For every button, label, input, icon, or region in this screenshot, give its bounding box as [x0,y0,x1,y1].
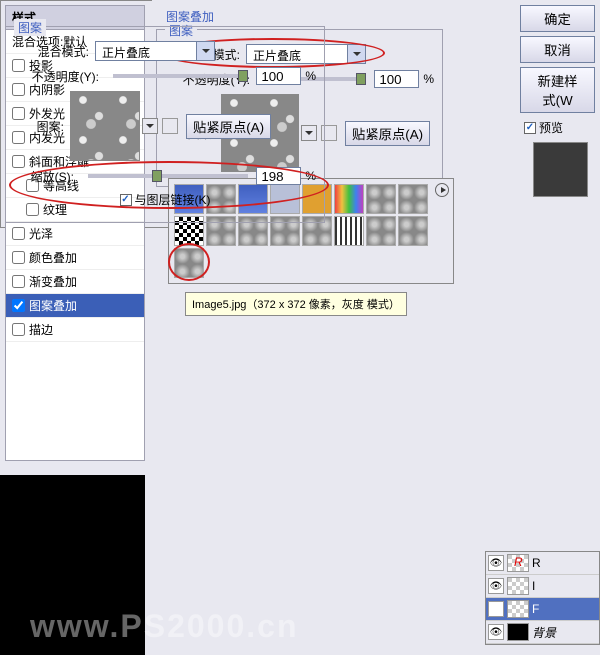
pattern-picker-arrow[interactable] [142,118,158,134]
pattern-thumb-selected[interactable] [174,248,204,278]
visibility-icon[interactable]: 👁 [488,578,504,594]
blend-mode-label: 混合模式: [14,43,89,60]
scale-input[interactable] [256,167,301,185]
layer-row-selected[interactable]: 👁 F [486,598,599,621]
style-satin[interactable]: 光泽 [6,222,144,246]
layer-thumb[interactable] [507,623,529,641]
layer-row[interactable]: 👁 R R [486,552,599,575]
opacity-input[interactable] [256,67,301,85]
preview-checkbox-row[interactable]: 预览 [524,119,600,136]
preview-swatch [533,142,588,197]
layer-thumb[interactable] [507,600,529,618]
visibility-icon[interactable]: 👁 [488,624,504,640]
ok-button[interactable]: 确定 [520,5,595,32]
slider-thumb[interactable] [238,70,248,82]
pattern-thumb[interactable] [366,216,396,246]
snap-origin-button[interactable]: 贴紧原点(A) [345,121,430,146]
scale-slider[interactable] [88,174,248,178]
cancel-button[interactable]: 取消 [520,36,595,63]
style-checkbox[interactable] [12,299,25,312]
style-color-overlay[interactable]: 颜色叠加 [6,246,144,270]
layers-panel: 👁 R R 👁 I 👁 F 👁 背景 [485,551,600,645]
layer-row[interactable]: 👁 I [486,575,599,598]
pattern-tooltip: Image5.jpg（372 x 372 像素，灰度 模式） [185,292,407,316]
pattern-thumb[interactable] [398,184,428,214]
pattern-thumb[interactable] [366,184,396,214]
scale-label: 缩放(S): [14,168,74,185]
style-checkbox[interactable] [12,275,25,288]
pattern-thumb[interactable] [398,216,428,246]
visibility-icon[interactable]: 👁 [488,601,504,617]
watermark: www.PS2000.cn [30,608,298,645]
dialog-buttons: 确定 取消 新建样式(W 预览 [520,5,600,201]
style-checkbox[interactable] [12,323,25,336]
slider-thumb[interactable] [356,73,366,85]
style-stroke[interactable]: 描边 [6,318,144,342]
style-gradient-overlay[interactable]: 渐变叠加 [6,270,144,294]
style-checkbox[interactable] [12,227,25,240]
pattern-thumb[interactable] [334,216,364,246]
new-preset-icon[interactable] [162,118,178,134]
blend-mode-combo[interactable]: 正片叠底 [95,41,215,61]
layer-thumb[interactable]: R [507,554,529,572]
pattern-overlay-panel-2: 图案叠加 图案 混合模式: 正片叠底 不透明度(Y): % 图案: 贴紧原点(A… [0,0,330,228]
chevron-down-icon[interactable] [347,45,365,63]
pattern-label: 图案: [14,118,64,135]
visibility-icon[interactable]: 👁 [488,555,504,571]
fieldset-title: 图案 [14,19,46,36]
style-pattern-overlay[interactable]: 图案叠加 [6,294,144,318]
slider-thumb[interactable] [152,170,162,182]
style-checkbox[interactable] [12,251,25,264]
flyout-menu-icon[interactable] [435,183,449,197]
layer-row[interactable]: 👁 背景 [486,621,599,644]
opacity-slider[interactable] [113,74,248,78]
checkbox-icon[interactable] [120,194,132,206]
opacity-label: 不透明度(Y): [14,68,99,85]
new-style-button[interactable]: 新建样式(W [520,67,595,113]
link-layer-checkbox[interactable]: 与图层链接(K) [120,191,211,208]
preview-box [520,142,600,197]
pattern-fieldset-2: 图案 混合模式: 正片叠底 不透明度(Y): % 图案: 贴紧原点(A) 缩放(… [5,26,325,223]
snap-origin-button[interactable]: 贴紧原点(A) [186,114,271,139]
pattern-thumb[interactable] [334,184,364,214]
opacity-input[interactable] [374,70,419,88]
chevron-down-icon[interactable] [196,42,214,60]
pattern-preview[interactable] [70,91,140,161]
layer-thumb[interactable] [507,577,529,595]
checkbox-icon[interactable] [524,122,536,134]
